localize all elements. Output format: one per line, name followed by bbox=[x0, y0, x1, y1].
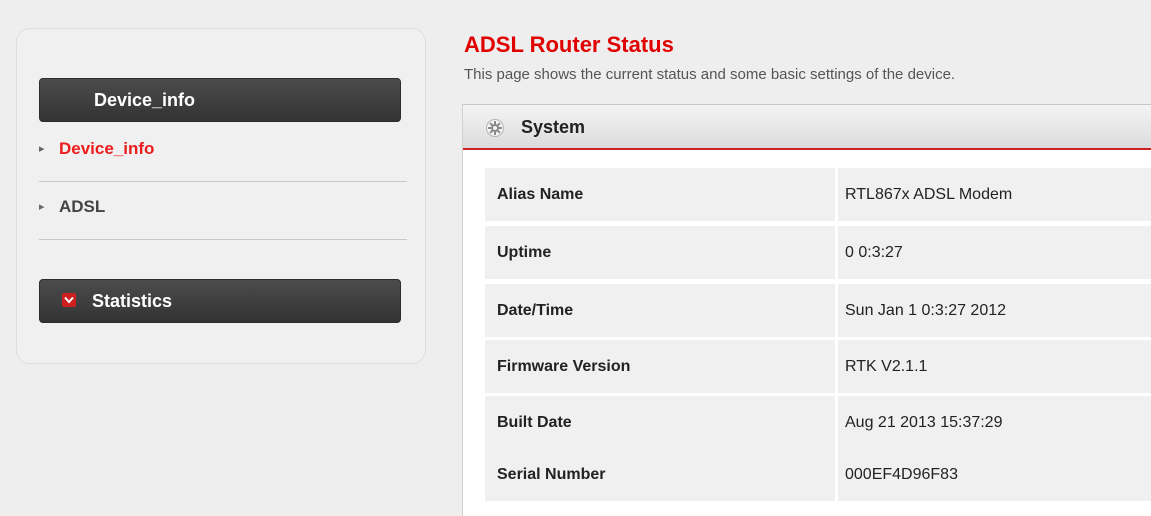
sidebar: Device_info ▸ Device_info ▸ ADSL Statistic… bbox=[16, 28, 426, 364]
row-value: 0 0:3:27 bbox=[835, 226, 1151, 279]
sidebar-item-label: ADSL bbox=[59, 197, 106, 216]
sidebar-item-label: Device_info bbox=[59, 139, 155, 158]
table-row: Serial Number 000EF4D96F83 bbox=[485, 448, 1151, 501]
menu-header-device-info[interactable]: Device_info bbox=[39, 78, 401, 122]
system-panel: System Alias Name RTL867x ADSL Modem Upt… bbox=[462, 104, 1151, 516]
sidebar-item-adsl[interactable]: ▸ ADSL bbox=[39, 182, 407, 240]
row-value: RTK V2.1.1 bbox=[835, 340, 1151, 393]
menu-header-label: Statistics bbox=[92, 291, 173, 311]
row-label: Firmware Version bbox=[497, 358, 631, 375]
sidebar-item-device-info[interactable]: ▸ Device_info bbox=[39, 124, 407, 182]
chevron-right-icon: ▸ bbox=[39, 200, 45, 213]
menu-header-statistics[interactable]: Statistics bbox=[39, 279, 401, 323]
row-label: Built Date bbox=[497, 414, 572, 431]
page-description: This page shows the current status and s… bbox=[464, 66, 956, 83]
panel-header: System bbox=[463, 104, 1151, 150]
row-value: Sun Jan 1 0:3:27 2012 bbox=[835, 284, 1151, 337]
table-row: Uptime 0 0:3:27 bbox=[485, 226, 1151, 279]
table-row: Date/Time Sun Jan 1 0:3:27 2012 bbox=[485, 284, 1151, 337]
table-row: Built Date Aug 21 2013 15:37:29 bbox=[485, 396, 1151, 449]
row-value: 000EF4D96F83 bbox=[835, 448, 1151, 501]
row-label: Date/Time bbox=[497, 302, 574, 319]
row-value: RTL867x ADSL Modem bbox=[835, 168, 1151, 221]
gear-icon bbox=[485, 118, 505, 143]
panel-title: System bbox=[521, 117, 586, 137]
table-row: Alias Name RTL867x ADSL Modem bbox=[485, 168, 1151, 221]
chevron-down-icon bbox=[62, 293, 76, 308]
chevron-right-icon: ▸ bbox=[39, 142, 45, 155]
menu-header-label: Device_info bbox=[94, 90, 196, 110]
row-value: Aug 21 2013 15:37:29 bbox=[835, 396, 1151, 449]
table-row: Firmware Version RTK V2.1.1 bbox=[485, 340, 1151, 393]
page-title: ADSL Router Status bbox=[464, 32, 674, 57]
row-label: Alias Name bbox=[497, 186, 584, 203]
row-label: Uptime bbox=[497, 244, 552, 261]
row-label: Serial Number bbox=[497, 466, 606, 483]
